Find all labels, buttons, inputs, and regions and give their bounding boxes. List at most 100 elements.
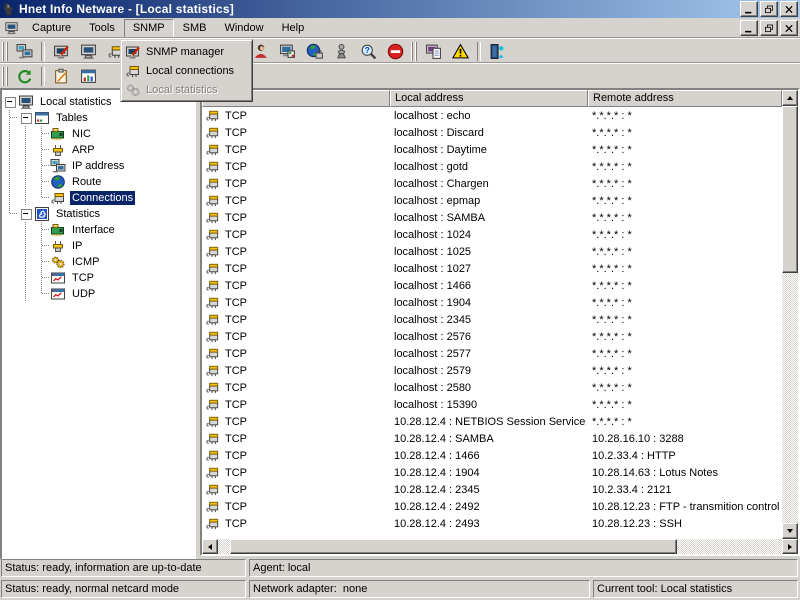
tree-item-tables[interactable]: Tables [2, 110, 194, 126]
tree-expander[interactable] [18, 110, 34, 126]
alerts-button[interactable] [447, 40, 474, 63]
table-row[interactable]: TCPlocalhost : 15390*.*.*.* : * [202, 396, 782, 413]
protocol-cell: TCP [202, 397, 390, 412]
scroll-down-button[interactable] [782, 523, 798, 539]
table-row[interactable]: TCPlocalhost : 1904*.*.*.* : * [202, 294, 782, 311]
menu-tools[interactable]: Tools [80, 19, 124, 38]
horizontal-scroll-thumb[interactable] [230, 539, 677, 554]
table-row[interactable]: TCPlocalhost : Discard*.*.*.* : * [202, 124, 782, 141]
tree-item-icmp[interactable]: ICMP [2, 254, 194, 270]
scroll-right-button[interactable] [782, 539, 798, 554]
plug-icon [205, 363, 220, 378]
tree-item-interface[interactable]: Interface [2, 222, 194, 238]
content-area: Local statisticsTablesNICARPIP addressRo… [0, 88, 800, 556]
plug-icon [205, 108, 220, 123]
menu-window[interactable]: Window [215, 19, 272, 38]
tree-item-route[interactable]: Route [2, 174, 194, 190]
table-row[interactable]: TCPlocalhost : Chargen*.*.*.* : * [202, 175, 782, 192]
tree-guide [18, 222, 34, 238]
notes-button[interactable] [48, 65, 75, 88]
toolbar-gripper[interactable] [2, 42, 9, 61]
minimize-button[interactable] [740, 1, 758, 17]
table-row[interactable]: TCP10.28.12.4 : SAMBA10.28.16.10 : 3288 [202, 430, 782, 447]
hosts-button[interactable] [328, 40, 355, 63]
refresh-button[interactable] [11, 65, 38, 88]
netcard-report-button[interactable] [420, 40, 447, 63]
stop-button[interactable] [382, 40, 409, 63]
table-row[interactable]: TCPlocalhost : 2579*.*.*.* : * [202, 362, 782, 379]
scroll-left-button[interactable] [202, 539, 218, 554]
plug-icon [205, 465, 220, 480]
network-computers-button[interactable] [11, 40, 38, 63]
remote-address-value: *.*.*.* : * [588, 399, 782, 411]
table-row[interactable]: TCPlocalhost : 1024*.*.*.* : * [202, 226, 782, 243]
chart-view-button[interactable] [75, 65, 102, 88]
minimize-button[interactable] [740, 20, 758, 36]
remote-address-value: *.*.*.* : * [588, 331, 782, 343]
table-row[interactable]: TCP10.28.12.4 : 249210.28.12.23 : FTP - … [202, 498, 782, 515]
table-row[interactable]: TCPlocalhost : 2345*.*.*.* : * [202, 311, 782, 328]
toolbar-gripper[interactable] [411, 42, 418, 61]
table-row[interactable]: TCP10.28.12.4 : 234510.2.33.4 : 2121 [202, 481, 782, 498]
table-row[interactable]: TCP10.28.12.4 : 190410.28.14.63 : Lotus … [202, 464, 782, 481]
stats-icon [34, 206, 50, 222]
plug-icon [205, 380, 220, 395]
menu-smb[interactable]: SMB [174, 19, 216, 38]
tree-item-udp[interactable]: UDP [2, 286, 194, 302]
menu-capture[interactable]: Capture [23, 19, 80, 38]
restore-button[interactable] [760, 20, 778, 36]
table-row[interactable]: TCPlocalhost : 1466*.*.*.* : * [202, 277, 782, 294]
tree-item-ip-address[interactable]: IP address [2, 158, 194, 174]
local-computer-button[interactable] [75, 40, 102, 63]
protocol-cell: TCP [202, 414, 390, 429]
tree-item-connections[interactable]: Connections [2, 190, 194, 206]
remote-address-value: *.*.*.* : * [588, 365, 782, 377]
tree-item-ip[interactable]: IP [2, 238, 194, 254]
vertical-scroll-thumb[interactable] [782, 106, 798, 273]
tree-item-tcp[interactable]: TCP [2, 270, 194, 286]
menu-item-local-statistics[interactable]: Local statistics [123, 80, 250, 99]
snmp-manager-button[interactable] [48, 40, 75, 63]
table-row[interactable]: TCPlocalhost : 2580*.*.*.* : * [202, 379, 782, 396]
internet-button[interactable] [301, 40, 328, 63]
column-header-local-address[interactable]: Local address [390, 90, 588, 107]
menu-help[interactable]: Help [273, 19, 314, 38]
search-button[interactable] [355, 40, 382, 63]
exit-button[interactable] [484, 40, 511, 63]
table-row[interactable]: TCPlocalhost : 2576*.*.*.* : * [202, 328, 782, 345]
table-row[interactable]: TCPlocalhost : 1027*.*.*.* : * [202, 260, 782, 277]
tree-item-nic[interactable]: NIC [2, 126, 194, 142]
table-row[interactable]: TCPlocalhost : echo*.*.*.* : * [202, 107, 782, 124]
tree-guide [2, 238, 18, 254]
menu-snmp[interactable]: SNMP [124, 19, 174, 38]
menu-item-snmp-manager[interactable]: SNMP manager [123, 42, 250, 61]
table-row[interactable]: TCPlocalhost : 1025*.*.*.* : * [202, 243, 782, 260]
table-row[interactable]: TCP10.28.12.4 : NETBIOS Session Service*… [202, 413, 782, 430]
protocol-value: TCP [225, 416, 247, 428]
menu-item-local-connections[interactable]: Local connections [123, 61, 250, 80]
vertical-scrollbar[interactable] [782, 90, 798, 539]
close-button[interactable] [780, 1, 798, 17]
horizontal-scrollbar[interactable] [202, 539, 798, 554]
table-row[interactable]: TCP10.28.12.4 : 146610.2.33.4 : HTTP [202, 447, 782, 464]
table-row[interactable]: TCP10.28.12.4 : 249310.28.12.23 : SSH [202, 515, 782, 532]
table-row[interactable]: TCPlocalhost : SAMBA*.*.*.* : * [202, 209, 782, 226]
title-bar[interactable]: Hnet Info Netware - [Local statistics] [0, 0, 800, 18]
column-header-remote-address[interactable]: Remote address [588, 90, 782, 107]
toolbar-gripper[interactable] [2, 67, 9, 86]
scroll-up-button[interactable] [782, 90, 798, 106]
table-row[interactable]: TCPlocalhost : epmap*.*.*.* : * [202, 192, 782, 209]
tree-expander[interactable] [2, 94, 18, 110]
protocol-cell: TCP [202, 312, 390, 327]
table-row[interactable]: TCPlocalhost : Daytime*.*.*.* : * [202, 141, 782, 158]
tree-item-statistics[interactable]: Statistics [2, 206, 194, 222]
table-row[interactable]: TCPlocalhost : 2577*.*.*.* : * [202, 345, 782, 362]
menu-item-label: Local connections [146, 65, 234, 77]
compdoc-icon [425, 43, 442, 60]
table-row[interactable]: TCPlocalhost : gotd*.*.*.* : * [202, 158, 782, 175]
computer-config-button[interactable] [274, 40, 301, 63]
restore-button[interactable] [760, 1, 778, 17]
tree-item-arp[interactable]: ARP [2, 142, 194, 158]
close-button[interactable] [780, 20, 798, 36]
tree-expander[interactable] [18, 206, 34, 222]
